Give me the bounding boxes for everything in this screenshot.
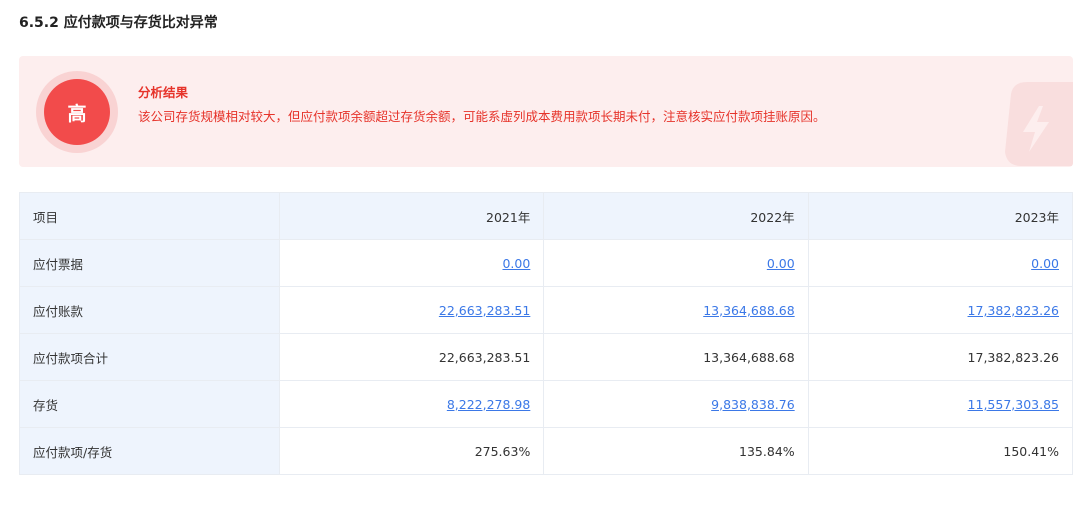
- risk-level-ring: 高: [36, 71, 118, 153]
- column-header-2021: 2021年: [278, 192, 545, 240]
- risk-level-badge: 高: [44, 79, 110, 145]
- row-label: 应付款项/存货: [19, 427, 280, 475]
- column-header-2023: 2023年: [807, 192, 1074, 240]
- value-cell: 17,382,823.26: [807, 333, 1074, 381]
- table-row-payables-total: 应付款项合计 22,663,283.51 13,364,688.68 17,38…: [19, 333, 1074, 381]
- value-link[interactable]: 0.00: [502, 256, 530, 271]
- value-cell: 150.41%: [807, 427, 1074, 475]
- table-row-payables-inventory-ratio: 应付款项/存货 275.63% 135.84% 150.41%: [19, 427, 1074, 475]
- row-label: 应付账款: [19, 286, 280, 334]
- value-cell: 275.63%: [278, 427, 545, 475]
- section-title: 6.5.2 应付款项与存货比对异常: [19, 15, 218, 31]
- value-link[interactable]: 0.00: [767, 256, 795, 271]
- value-link[interactable]: 17,382,823.26: [968, 303, 1059, 318]
- table-header-row: 项目 2021年 2022年 2023年: [19, 192, 1074, 240]
- payables-inventory-table: 项目 2021年 2022年 2023年 应付票据 0.00 0.00 0.00…: [19, 192, 1074, 475]
- value-link[interactable]: 13,364,688.68: [703, 303, 794, 318]
- analysis-result-title: 分析结果: [138, 85, 189, 100]
- row-label: 存货: [19, 380, 280, 428]
- column-header-item: 项目: [19, 192, 280, 240]
- value-link[interactable]: 11,557,303.85: [968, 397, 1059, 412]
- value-cell: 135.84%: [543, 427, 809, 475]
- value-cell: 22,663,283.51: [278, 333, 545, 381]
- table-row-inventory: 存货 8,222,278.98 9,838,838.76 11,557,303.…: [19, 380, 1074, 428]
- lightning-watermark-icon: [1005, 82, 1073, 166]
- table-row-notes-payable: 应付票据 0.00 0.00 0.00: [19, 239, 1074, 287]
- row-label: 应付票据: [19, 239, 280, 287]
- value-link[interactable]: 0.00: [1031, 256, 1059, 271]
- analysis-result-text: 该公司存货规模相对较大，但应付款项余额超过存货余额，可能系虚列成本费用款项长期未…: [138, 109, 826, 124]
- value-link[interactable]: 22,663,283.51: [439, 303, 530, 318]
- value-link[interactable]: 9,838,838.76: [711, 397, 795, 412]
- analysis-result-panel: 高 分析结果 该公司存货规模相对较大，但应付款项余额超过存货余额，可能系虚列成本…: [19, 56, 1073, 167]
- column-header-2022: 2022年: [543, 192, 809, 240]
- value-cell: 13,364,688.68: [543, 333, 809, 381]
- row-label: 应付款项合计: [19, 333, 280, 381]
- table-row-accounts-payable: 应付账款 22,663,283.51 13,364,688.68 17,382,…: [19, 286, 1074, 334]
- value-link[interactable]: 8,222,278.98: [447, 397, 531, 412]
